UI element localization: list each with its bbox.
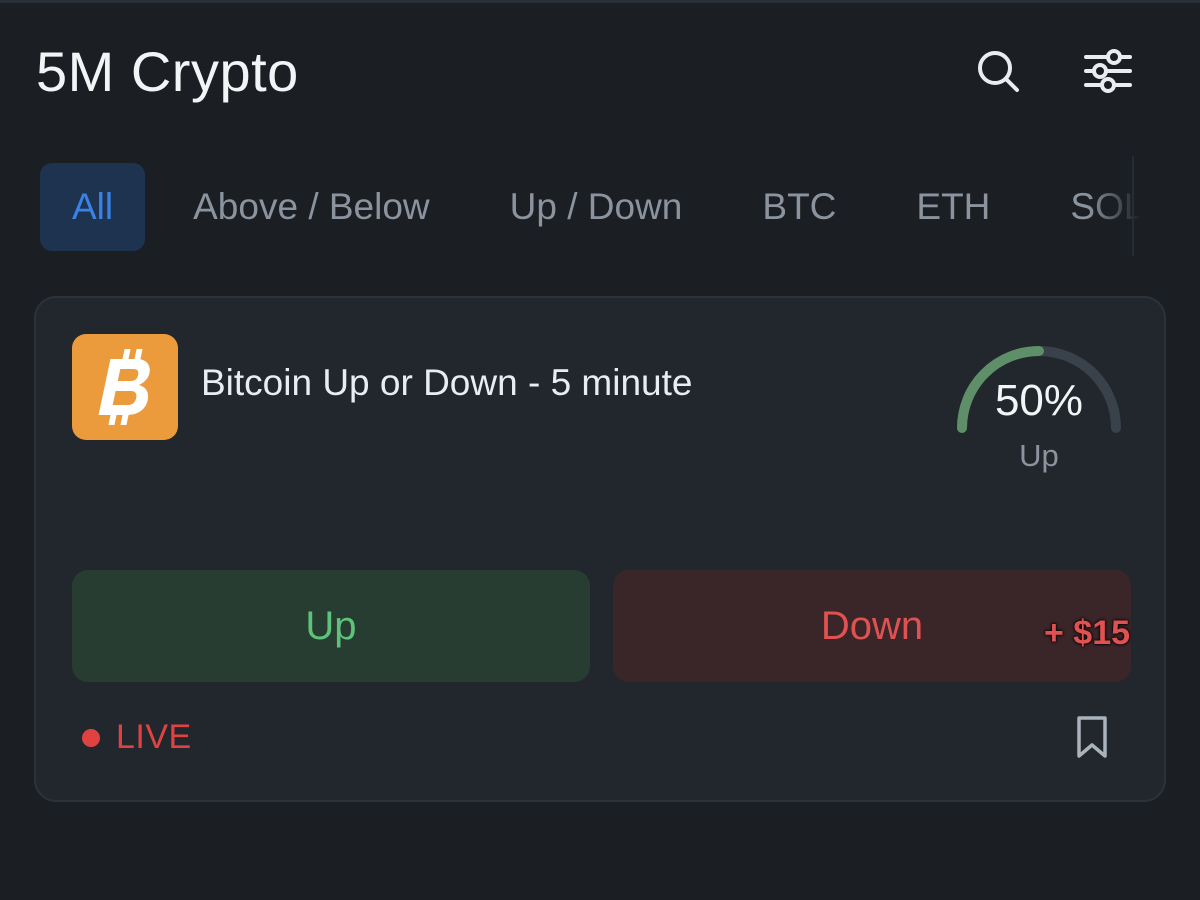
category-tabs: All Above / Below Up / Down BTC ETH SOL xyxy=(40,162,1158,252)
live-dot-icon xyxy=(82,728,100,747)
filter-button[interactable] xyxy=(1082,45,1134,97)
page-header: 5M Crypto xyxy=(36,36,1140,106)
top-border xyxy=(0,0,1200,3)
bitcoin-icon xyxy=(98,349,150,425)
search-icon xyxy=(978,51,1019,92)
search-button[interactable] xyxy=(972,45,1024,97)
tab-btc[interactable]: BTC xyxy=(730,163,868,251)
live-label: LIVE xyxy=(116,718,192,756)
live-status: LIVE xyxy=(82,718,192,757)
tab-up-down[interactable]: Up / Down xyxy=(478,163,715,251)
bet-up-button[interactable]: Up xyxy=(72,570,590,682)
header-actions xyxy=(972,45,1134,97)
page-title: 5M Crypto xyxy=(36,39,299,103)
tab-above-below[interactable]: Above / Below xyxy=(161,163,462,251)
probability-label: Up xyxy=(1019,438,1059,473)
probability-gauge: 50% Up xyxy=(944,330,1134,480)
tab-eth[interactable]: ETH xyxy=(884,163,1022,251)
tabs-divider xyxy=(1132,156,1134,256)
pnl-badge: + $15 xyxy=(1044,614,1131,652)
bitcoin-logo xyxy=(72,334,178,440)
tab-all[interactable]: All xyxy=(40,163,146,251)
probability-value: 50% xyxy=(994,376,1084,425)
market-card[interactable]: Bitcoin Up or Down - 5 minute 50% Up Up … xyxy=(34,296,1166,802)
tabs-overflow-fade xyxy=(1088,162,1158,252)
bookmark-icon xyxy=(1077,716,1107,758)
bookmark-button[interactable] xyxy=(1074,714,1110,760)
market-title: Bitcoin Up or Down - 5 minute xyxy=(201,362,693,403)
sliders-icon xyxy=(1084,49,1132,93)
